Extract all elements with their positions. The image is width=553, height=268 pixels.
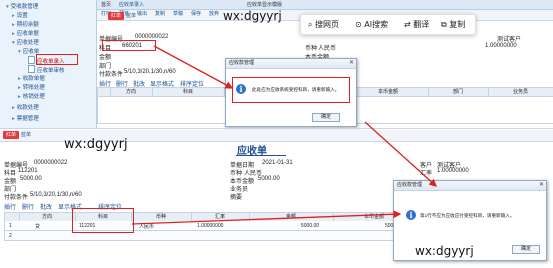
arrow-line bbox=[131, 210, 402, 225]
arrow-line bbox=[153, 45, 234, 89]
arrow-line bbox=[364, 121, 437, 187]
annotation-arrows bbox=[131, 45, 437, 225]
